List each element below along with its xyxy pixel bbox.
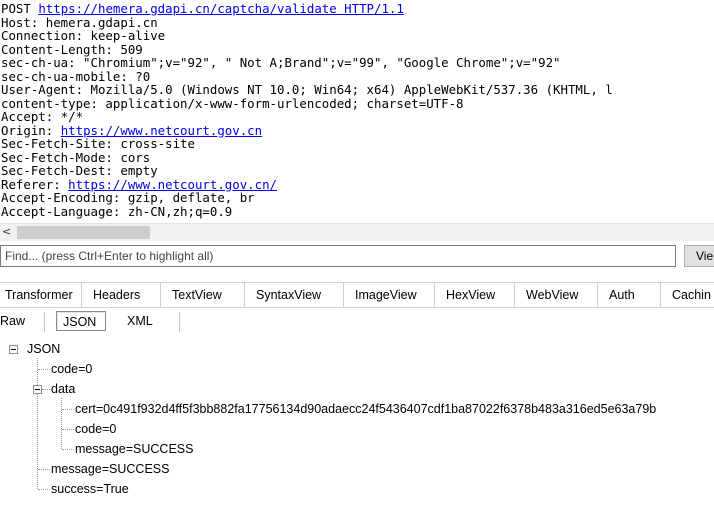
header-sec-ch-ua: sec-ch-ua: "Chromium";v="92", " Not A;Br…: [1, 55, 561, 70]
header-sec-ch-ua-mobile: sec-ch-ua-mobile: ?0: [1, 68, 151, 84]
tab-separator: [44, 312, 45, 332]
tree-guide-line: [42, 389, 50, 390]
tab-xml[interactable]: XML: [127, 308, 153, 334]
tab-webview[interactable]: WebView: [515, 283, 598, 308]
header-sec-fetch-mode: Sec-Fetch-Mode: cors: [1, 149, 151, 165]
tab-separator: [179, 312, 180, 332]
header-origin: Origin: https://www.netcourt.gov.cn: [1, 123, 714, 138]
tab-caching[interactable]: Cachin: [661, 283, 714, 308]
tab-transformer[interactable]: Transformer: [0, 283, 82, 308]
tree-node-data-code[interactable]: code=0: [75, 420, 116, 438]
tree-guide-line: [61, 398, 62, 449]
find-input[interactable]: [0, 245, 676, 267]
header-accept-language: Accept-Language: zh-CN,zh;q=0.9: [1, 203, 233, 219]
tree-guide-line: [38, 469, 50, 470]
tree-node-code[interactable]: code=0: [51, 360, 92, 378]
tree-node-success[interactable]: success=True: [51, 480, 129, 498]
header-connection: Connection: keep-alive: [1, 28, 166, 43]
request-method: POST: [1, 1, 39, 16]
tree-guide-line: [38, 369, 50, 370]
header-content-length: Content-Length: 509: [1, 41, 143, 57]
tab-headers[interactable]: Headers: [82, 283, 161, 308]
header-accept: Accept: */*: [1, 109, 84, 124]
scroll-left-arrow-icon[interactable]: <: [2, 226, 14, 238]
tab-json[interactable]: JSON: [56, 311, 106, 331]
tab-auth[interactable]: Auth: [598, 283, 661, 308]
tab-textview[interactable]: TextView: [161, 283, 245, 308]
header-host: Host: hemera.gdapi.cn: [1, 14, 158, 30]
tree-node-message[interactable]: message=SUCCESS: [51, 460, 169, 478]
inspector-tab-strip: Transformer Headers TextView SyntaxView …: [0, 282, 714, 309]
tree-node-data-message[interactable]: message=SUCCESS: [75, 440, 193, 458]
tree-guide-line: [62, 409, 74, 410]
request-line: POST https://hemera.gdapi.cn/captcha/val…: [1, 2, 714, 16]
raw-request-pane[interactable]: POST https://hemera.gdapi.cn/captcha/val…: [0, 0, 714, 222]
header-user-agent: User-Agent: Mozilla/5.0 (Windows NT 10.0…: [1, 82, 613, 97]
tab-syntaxview[interactable]: SyntaxView: [245, 283, 344, 308]
view-in-notepad-button[interactable]: Vie: [684, 245, 714, 267]
header-referer: Referer: https://www.netcourt.gov.cn/: [1, 177, 714, 192]
header-content-type: content-type: application/x-www-form-url…: [1, 95, 464, 111]
collapse-data-icon[interactable]: [33, 385, 42, 394]
tree-guide-line: [38, 489, 50, 490]
tab-hexview[interactable]: HexView: [435, 283, 515, 308]
format-tab-strip: Raw JSON XML: [0, 307, 714, 336]
raw-request-text: POST https://hemera.gdapi.cn/captcha/val…: [0, 0, 714, 218]
tree-guide-line: [62, 449, 74, 450]
tab-imageview[interactable]: ImageView: [344, 283, 435, 308]
collapse-root-icon[interactable]: [9, 345, 18, 354]
find-bar: Vie: [0, 245, 714, 272]
tab-raw[interactable]: Raw: [0, 308, 25, 334]
tree-node-data[interactable]: data: [51, 380, 75, 398]
tree-node-root[interactable]: JSON: [27, 340, 60, 358]
tree-node-data-cert[interactable]: cert=0c491f932d4ff5f3bb882fa17756134d90a…: [75, 400, 656, 418]
header-accept-encoding: Accept-Encoding: gzip, deflate, br: [1, 190, 255, 205]
request-url-link[interactable]: https://hemera.gdapi.cn/captcha/validate…: [38, 1, 404, 16]
scrollbar-thumb[interactable]: [17, 226, 150, 239]
json-tree[interactable]: JSON code=0 data cert=0c491f932d4ff5f3bb…: [0, 340, 714, 531]
header-sec-fetch-site: Sec-Fetch-Site: cross-site: [1, 136, 195, 151]
tree-guide-line: [62, 429, 74, 430]
header-sec-fetch-dest: Sec-Fetch-Dest: empty: [1, 163, 158, 178]
horizontal-scrollbar[interactable]: <: [0, 223, 714, 241]
